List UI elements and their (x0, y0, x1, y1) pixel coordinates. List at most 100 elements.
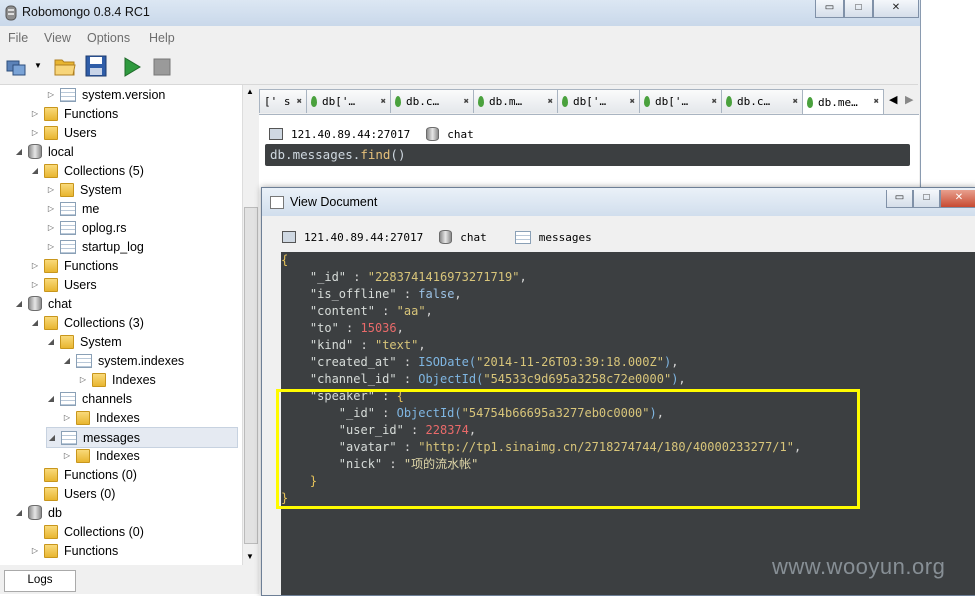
collapsed-arrow-icon[interactable]: ▷ (30, 280, 40, 289)
expanded-arrow-icon[interactable]: ◢ (30, 166, 40, 175)
expanded-arrow-icon[interactable]: ◢ (46, 394, 56, 403)
expanded-arrow-icon[interactable]: ◢ (30, 318, 40, 327)
collapsed-arrow-icon[interactable]: ▷ (30, 261, 40, 270)
collapsed-arrow-icon[interactable]: ▷ (46, 204, 56, 213)
query-tab[interactable]: db['… ✖ (557, 89, 640, 113)
query-tab-label: db.me… (818, 95, 858, 109)
expanded-arrow-icon[interactable]: ◢ (14, 299, 24, 308)
query-tab[interactable]: db['… ✖ (639, 89, 722, 113)
folder-icon (44, 163, 58, 178)
doc-content-value: aa (403, 304, 419, 318)
mongodb-leaf-icon (562, 96, 568, 107)
collapsed-arrow-icon[interactable]: ▷ (46, 185, 56, 194)
folder-icon (44, 106, 58, 121)
tree-item[interactable]: ◢ channels (46, 389, 132, 408)
tab-close-icon[interactable]: ✖ (297, 97, 302, 107)
tab-close-icon[interactable]: ✖ (630, 97, 635, 107)
tree-item[interactable]: Users (0) (30, 484, 115, 503)
tree-item[interactable]: ◢ Collections (3) (30, 313, 144, 332)
collapsed-arrow-icon[interactable]: ▷ (30, 128, 40, 137)
collapsed-arrow-icon[interactable]: ▷ (62, 413, 72, 422)
tree-item[interactable]: ▷ startup_log (46, 237, 144, 256)
window-controls: ▭ □ ✕ (815, 0, 919, 18)
tree-item[interactable]: Collections (0) (30, 522, 144, 541)
query-tab[interactable]: db['… ✖ (306, 89, 391, 113)
menu-options[interactable]: Options (87, 31, 130, 45)
expanded-arrow-icon[interactable]: ◢ (14, 508, 24, 517)
tree-item[interactable]: ◢ System (46, 332, 122, 351)
menu-file[interactable]: File (8, 31, 28, 45)
tree-item-label: system.indexes (98, 353, 185, 368)
tree-item[interactable]: ▷ Indexes (78, 370, 156, 389)
query-tab[interactable]: db.me… ✖ (802, 89, 884, 114)
collapsed-arrow-icon[interactable]: ▷ (46, 223, 56, 232)
run-icon[interactable] (121, 56, 143, 78)
tree-item[interactable]: ▷ Functions (30, 104, 118, 123)
connect-dropdown-icon[interactable]: ▼ (34, 61, 42, 70)
tree-item[interactable]: ▷ System (46, 180, 122, 199)
tree-item[interactable]: ▷ Indexes (62, 408, 140, 427)
logs-tab[interactable]: Logs (4, 570, 76, 592)
stop-icon[interactable] (151, 56, 173, 78)
tree-item[interactable]: ▷ oplog.rs (46, 218, 126, 237)
tree-item[interactable]: ◢ messages (46, 427, 238, 448)
query-tab[interactable]: db.c… ✖ (390, 89, 474, 113)
tab-scroll-right-icon[interactable]: ▶ (905, 93, 913, 106)
tab-scroll-left-icon[interactable]: ◀ (889, 93, 897, 106)
maximize-button[interactable]: □ (844, 0, 873, 18)
tree-item[interactable]: ▷ Users (30, 123, 97, 142)
tree-scrollbar[interactable]: ▲ ▼ (242, 85, 259, 565)
collapsed-arrow-icon[interactable]: ▷ (46, 90, 56, 99)
tree-item[interactable]: ▷ Functions (30, 256, 118, 275)
connect-icon[interactable] (6, 56, 28, 78)
tab-close-icon[interactable]: ✖ (464, 97, 469, 107)
menu-view[interactable]: View (44, 31, 71, 45)
dialog-maximize-button[interactable]: □ (913, 190, 940, 208)
dialog-minimize-button[interactable]: ▭ (886, 190, 913, 208)
query-tab[interactable]: db.m… ✖ (473, 89, 558, 113)
tree-item[interactable]: ▷ Indexes (62, 446, 140, 465)
dialog-close-button[interactable]: ✕ (940, 190, 975, 208)
dialog-collection: messages (538, 230, 592, 244)
tree-item[interactable]: ◢ db (14, 503, 62, 522)
collapsed-arrow-icon[interactable]: ▷ (78, 375, 88, 384)
collapsed-arrow-icon[interactable]: ▷ (62, 451, 72, 460)
open-folder-icon[interactable] (54, 55, 76, 77)
tree-item[interactable]: ◢ system.indexes (62, 351, 184, 370)
scroll-down-icon[interactable]: ▼ (246, 552, 254, 561)
tree-item[interactable]: ▷ system.version (46, 85, 165, 104)
menu-bar: File View Options Help (0, 28, 918, 48)
expanded-arrow-icon[interactable]: ◢ (62, 356, 72, 365)
query-tab-bar: [' s ✖ db['… ✖ db.c… ✖ db.m… ✖ db['… ✖ db['… ✖ db.c…… (259, 89, 919, 114)
save-icon[interactable] (85, 55, 107, 77)
tree-item-label: db (48, 505, 62, 520)
collapsed-arrow-icon[interactable]: ▷ (46, 242, 56, 251)
tree-item[interactable]: ◢ Collections (5) (30, 161, 144, 180)
tree-item[interactable]: ◢ local (14, 142, 74, 161)
tree-item[interactable]: ◢ chat (14, 294, 72, 313)
tab-close-icon[interactable]: ✖ (874, 97, 879, 107)
tab-close-icon[interactable]: ✖ (712, 97, 717, 107)
collapsed-arrow-icon[interactable]: ▷ (30, 546, 40, 555)
tree-item[interactable]: ▷ me (46, 199, 99, 218)
tab-close-icon[interactable]: ✖ (548, 97, 553, 107)
tree-item[interactable]: ▷ Users (30, 275, 97, 294)
query-tab[interactable]: [' s ✖ (259, 89, 307, 113)
tree-item[interactable]: ▷ Functions (30, 541, 118, 560)
tab-close-icon[interactable]: ✖ (381, 97, 386, 107)
expanded-arrow-icon[interactable]: ◢ (46, 337, 56, 346)
collapsed-arrow-icon[interactable]: ▷ (30, 109, 40, 118)
expanded-arrow-icon[interactable]: ◢ (14, 147, 24, 156)
scrollbar-thumb[interactable] (244, 207, 258, 544)
tree-item-label: Indexes (96, 410, 140, 425)
tree-item[interactable]: Functions (0) (30, 465, 137, 484)
menu-help[interactable]: Help (149, 31, 175, 45)
mongodb-leaf-icon (807, 96, 813, 108)
scroll-up-icon[interactable]: ▲ (246, 87, 254, 96)
query-editor[interactable]: db.messages.find() (265, 144, 910, 166)
close-button[interactable]: ✕ (873, 0, 919, 18)
tab-close-icon[interactable]: ✖ (793, 97, 798, 107)
expanded-arrow-icon[interactable]: ◢ (47, 433, 57, 442)
minimize-button[interactable]: ▭ (815, 0, 844, 18)
query-tab[interactable]: db.c… ✖ (721, 89, 803, 113)
